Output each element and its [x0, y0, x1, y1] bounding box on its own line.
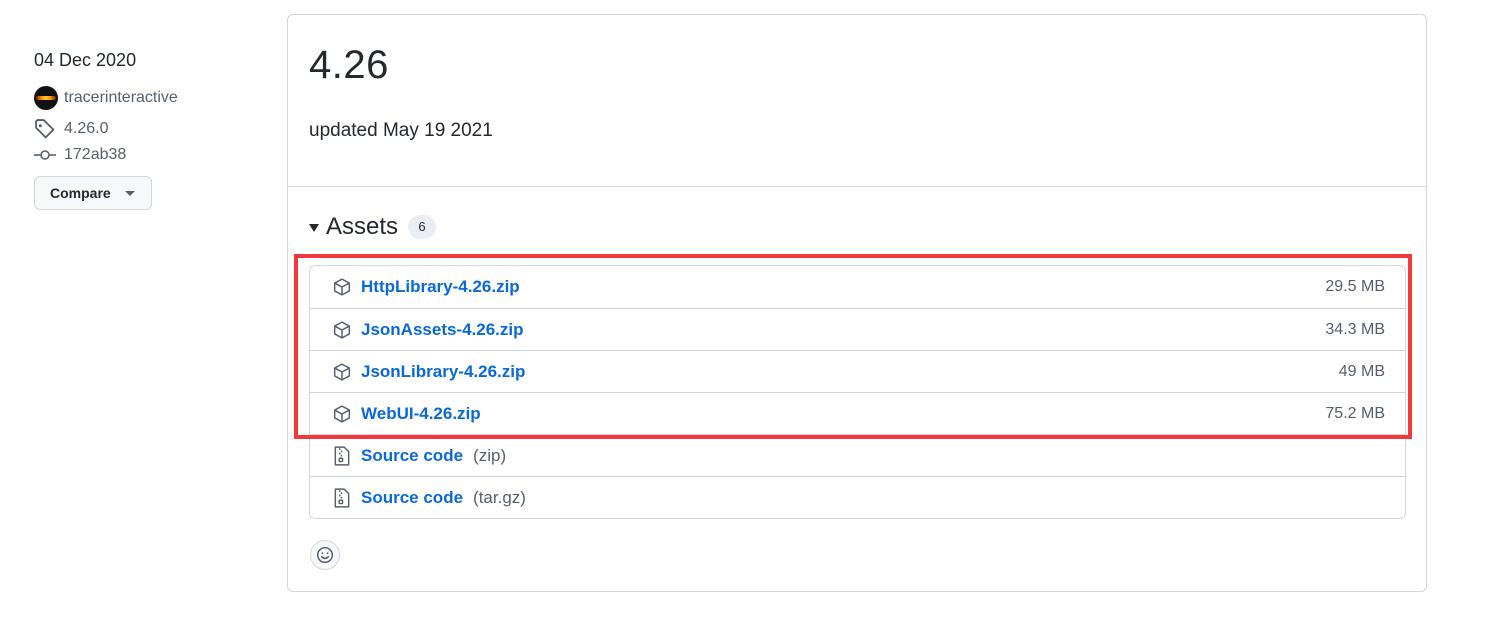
- asset-row: JsonLibrary-4.26.zip 49 MB: [310, 350, 1405, 392]
- author-name[interactable]: tracerinteractive: [64, 89, 178, 107]
- release-header: 4.26 updated May 19 2021: [288, 15, 1426, 187]
- release-updated: updated May 19 2021: [309, 120, 493, 141]
- avatar[interactable]: [34, 86, 58, 110]
- release-card: 4.26 updated May 19 2021 Assets 6 HttpLi…: [287, 14, 1427, 592]
- file-zip-icon: [332, 445, 352, 466]
- commit-icon: [34, 150, 56, 160]
- package-icon: [332, 320, 352, 340]
- asset-size: 29.5 MB: [1325, 278, 1385, 295]
- asset-link[interactable]: HttpLibrary-4.26.zip: [361, 277, 520, 297]
- asset-size: 49 MB: [1338, 362, 1385, 380]
- asset-size: 34.3 MB: [1325, 320, 1385, 338]
- asset-list: HttpLibrary-4.26.zip 29.5 MB JsonAssets-…: [309, 265, 1406, 519]
- caret-down-icon[interactable]: [309, 224, 319, 232]
- asset-size: 75.2 MB: [1325, 404, 1385, 422]
- assets-title[interactable]: Assets: [326, 213, 398, 241]
- release-title[interactable]: 4.26: [309, 43, 389, 88]
- asset-row: WebUI-4.26.zip 75.2 MB: [310, 392, 1405, 434]
- package-icon: [332, 404, 352, 424]
- release-tag[interactable]: 4.26.0: [34, 118, 264, 140]
- source-code-targz-link[interactable]: Source code: [361, 488, 463, 508]
- tag-label[interactable]: 4.26.0: [64, 120, 108, 138]
- release-author[interactable]: tracerinteractive: [34, 86, 264, 110]
- asset-link[interactable]: JsonLibrary-4.26.zip: [361, 362, 525, 382]
- source-format[interactable]: (tar.gz): [473, 488, 526, 508]
- smiley-icon: [316, 546, 334, 564]
- add-reaction-button[interactable]: [310, 540, 340, 570]
- chevron-down-icon: [124, 190, 135, 196]
- release-meta: 04 Dec 2020 tracerinteractive 4.26.0 172…: [34, 48, 264, 210]
- compare-button[interactable]: Compare: [34, 176, 152, 210]
- commit-label[interactable]: 172ab38: [64, 146, 126, 164]
- asset-row: HttpLibrary-4.26.zip 29.5 MB: [310, 266, 1405, 308]
- assets-count-badge: 6: [408, 215, 437, 239]
- compare-label: Compare: [50, 185, 111, 201]
- release-commit[interactable]: 172ab38: [34, 146, 264, 164]
- package-icon: [332, 362, 352, 382]
- asset-link[interactable]: JsonAssets-4.26.zip: [361, 320, 524, 340]
- asset-link[interactable]: WebUI-4.26.zip: [361, 404, 481, 424]
- source-format[interactable]: (zip): [473, 446, 506, 466]
- tag-icon: [35, 119, 55, 139]
- release-date: 04 Dec 2020: [34, 50, 137, 70]
- source-code-zip-link[interactable]: Source code: [361, 446, 463, 466]
- file-zip-icon: [332, 487, 352, 508]
- assets-header[interactable]: Assets 6: [309, 213, 437, 241]
- asset-row: JsonAssets-4.26.zip 34.3 MB: [310, 308, 1405, 350]
- package-icon: [332, 277, 352, 297]
- source-row: Source code (tar.gz): [310, 476, 1405, 518]
- source-row: Source code (zip): [310, 434, 1405, 476]
